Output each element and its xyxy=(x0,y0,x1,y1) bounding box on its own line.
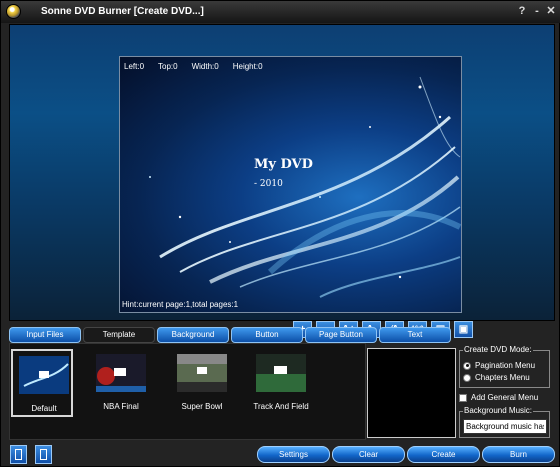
window-title: Sonne DVD Burner [Create DVD...] xyxy=(41,6,204,17)
clear-button[interactable]: Clear xyxy=(332,446,405,463)
chapters-menu-option[interactable]: Chapters Menu xyxy=(463,373,530,382)
background-music-group: Background Music: xyxy=(459,406,550,438)
background-music-label: Background Music: xyxy=(463,406,534,415)
super-bowl-thumbnail xyxy=(177,354,227,392)
remove-file-icon[interactable] xyxy=(35,445,52,464)
add-general-menu-option[interactable]: Add General Menu xyxy=(459,393,538,402)
app-window: Sonne DVD Burner [Create DVD...] ? - ✕ L… xyxy=(0,0,560,467)
add-file-icon[interactable] xyxy=(10,445,27,464)
tab-input-files[interactable]: Input Files xyxy=(9,327,81,343)
pagination-label: Pagination Menu xyxy=(475,361,536,370)
default-thumbnail xyxy=(19,356,69,394)
tab-template[interactable]: Template xyxy=(83,327,155,343)
height-readout: Height:0 xyxy=(232,62,263,71)
template-label: Super Bowl xyxy=(181,402,223,411)
settings-button[interactable]: Settings xyxy=(257,446,330,463)
tab-button[interactable]: Button xyxy=(231,327,303,343)
chapters-label: Chapters Menu xyxy=(475,373,530,382)
template-label: Default xyxy=(31,404,57,413)
tab-bar: Input Files Template Background Button P… xyxy=(9,327,451,343)
menu-subtitle-text[interactable]: - 2010 xyxy=(254,179,283,189)
track-thumbnail xyxy=(256,354,306,392)
minimize-button[interactable]: - xyxy=(531,5,543,18)
template-nba-final[interactable]: NBA Final xyxy=(90,349,152,417)
create-mode-label: Create DVD Mode: xyxy=(463,345,533,354)
page-hint: Hint:current page:1,total pages:1 xyxy=(122,300,239,309)
background-music-field[interactable] xyxy=(463,419,547,434)
pagination-radio[interactable] xyxy=(463,361,471,370)
template-track-and-field[interactable]: Track And Field xyxy=(250,349,312,417)
tab-page-button[interactable]: Page Button xyxy=(305,327,377,343)
tab-text[interactable]: Text xyxy=(379,327,451,343)
zoom-out-icon[interactable]: ▣ xyxy=(454,321,473,338)
nba-thumbnail xyxy=(96,354,146,392)
template-preview-box xyxy=(367,348,456,438)
title-bar[interactable]: Sonne DVD Burner [Create DVD...] ? - ✕ xyxy=(1,1,560,23)
template-list: Default NBA Final Super Bowl Track And F… xyxy=(9,343,366,440)
top-readout: Top:0 xyxy=(158,62,178,71)
create-mode-group: Create DVD Mode: Pagination Menu Chapter… xyxy=(459,345,550,388)
menu-title-text[interactable]: My DVD xyxy=(254,157,313,172)
menu-preview[interactable]: Left:0 Top:0 Width:0 Height:0 My DVD - 2… xyxy=(119,56,462,313)
preview-area: Left:0 Top:0 Width:0 Height:0 My DVD - 2… xyxy=(9,24,555,338)
help-button[interactable]: ? xyxy=(516,5,528,18)
dvd-disc-icon xyxy=(6,4,21,19)
add-general-menu-checkbox[interactable] xyxy=(459,393,467,402)
close-button[interactable]: ✕ xyxy=(545,5,557,18)
position-readout: Left:0 Top:0 Width:0 Height:0 xyxy=(124,62,263,71)
chapters-radio[interactable] xyxy=(463,373,471,382)
pagination-menu-option[interactable]: Pagination Menu xyxy=(463,361,535,370)
create-button[interactable]: Create xyxy=(407,446,480,463)
add-general-menu-label: Add General Menu xyxy=(471,393,539,402)
tab-background[interactable]: Background xyxy=(157,327,229,343)
template-label: Track And Field xyxy=(253,402,309,411)
template-label: NBA Final xyxy=(103,402,139,411)
burn-button[interactable]: Burn xyxy=(482,446,555,463)
width-readout: Width:0 xyxy=(191,62,219,71)
template-default[interactable]: Default xyxy=(11,349,73,417)
blue-swirl-background xyxy=(149,76,461,298)
template-super-bowl[interactable]: Super Bowl xyxy=(171,349,233,417)
left-readout: Left:0 xyxy=(124,62,145,71)
